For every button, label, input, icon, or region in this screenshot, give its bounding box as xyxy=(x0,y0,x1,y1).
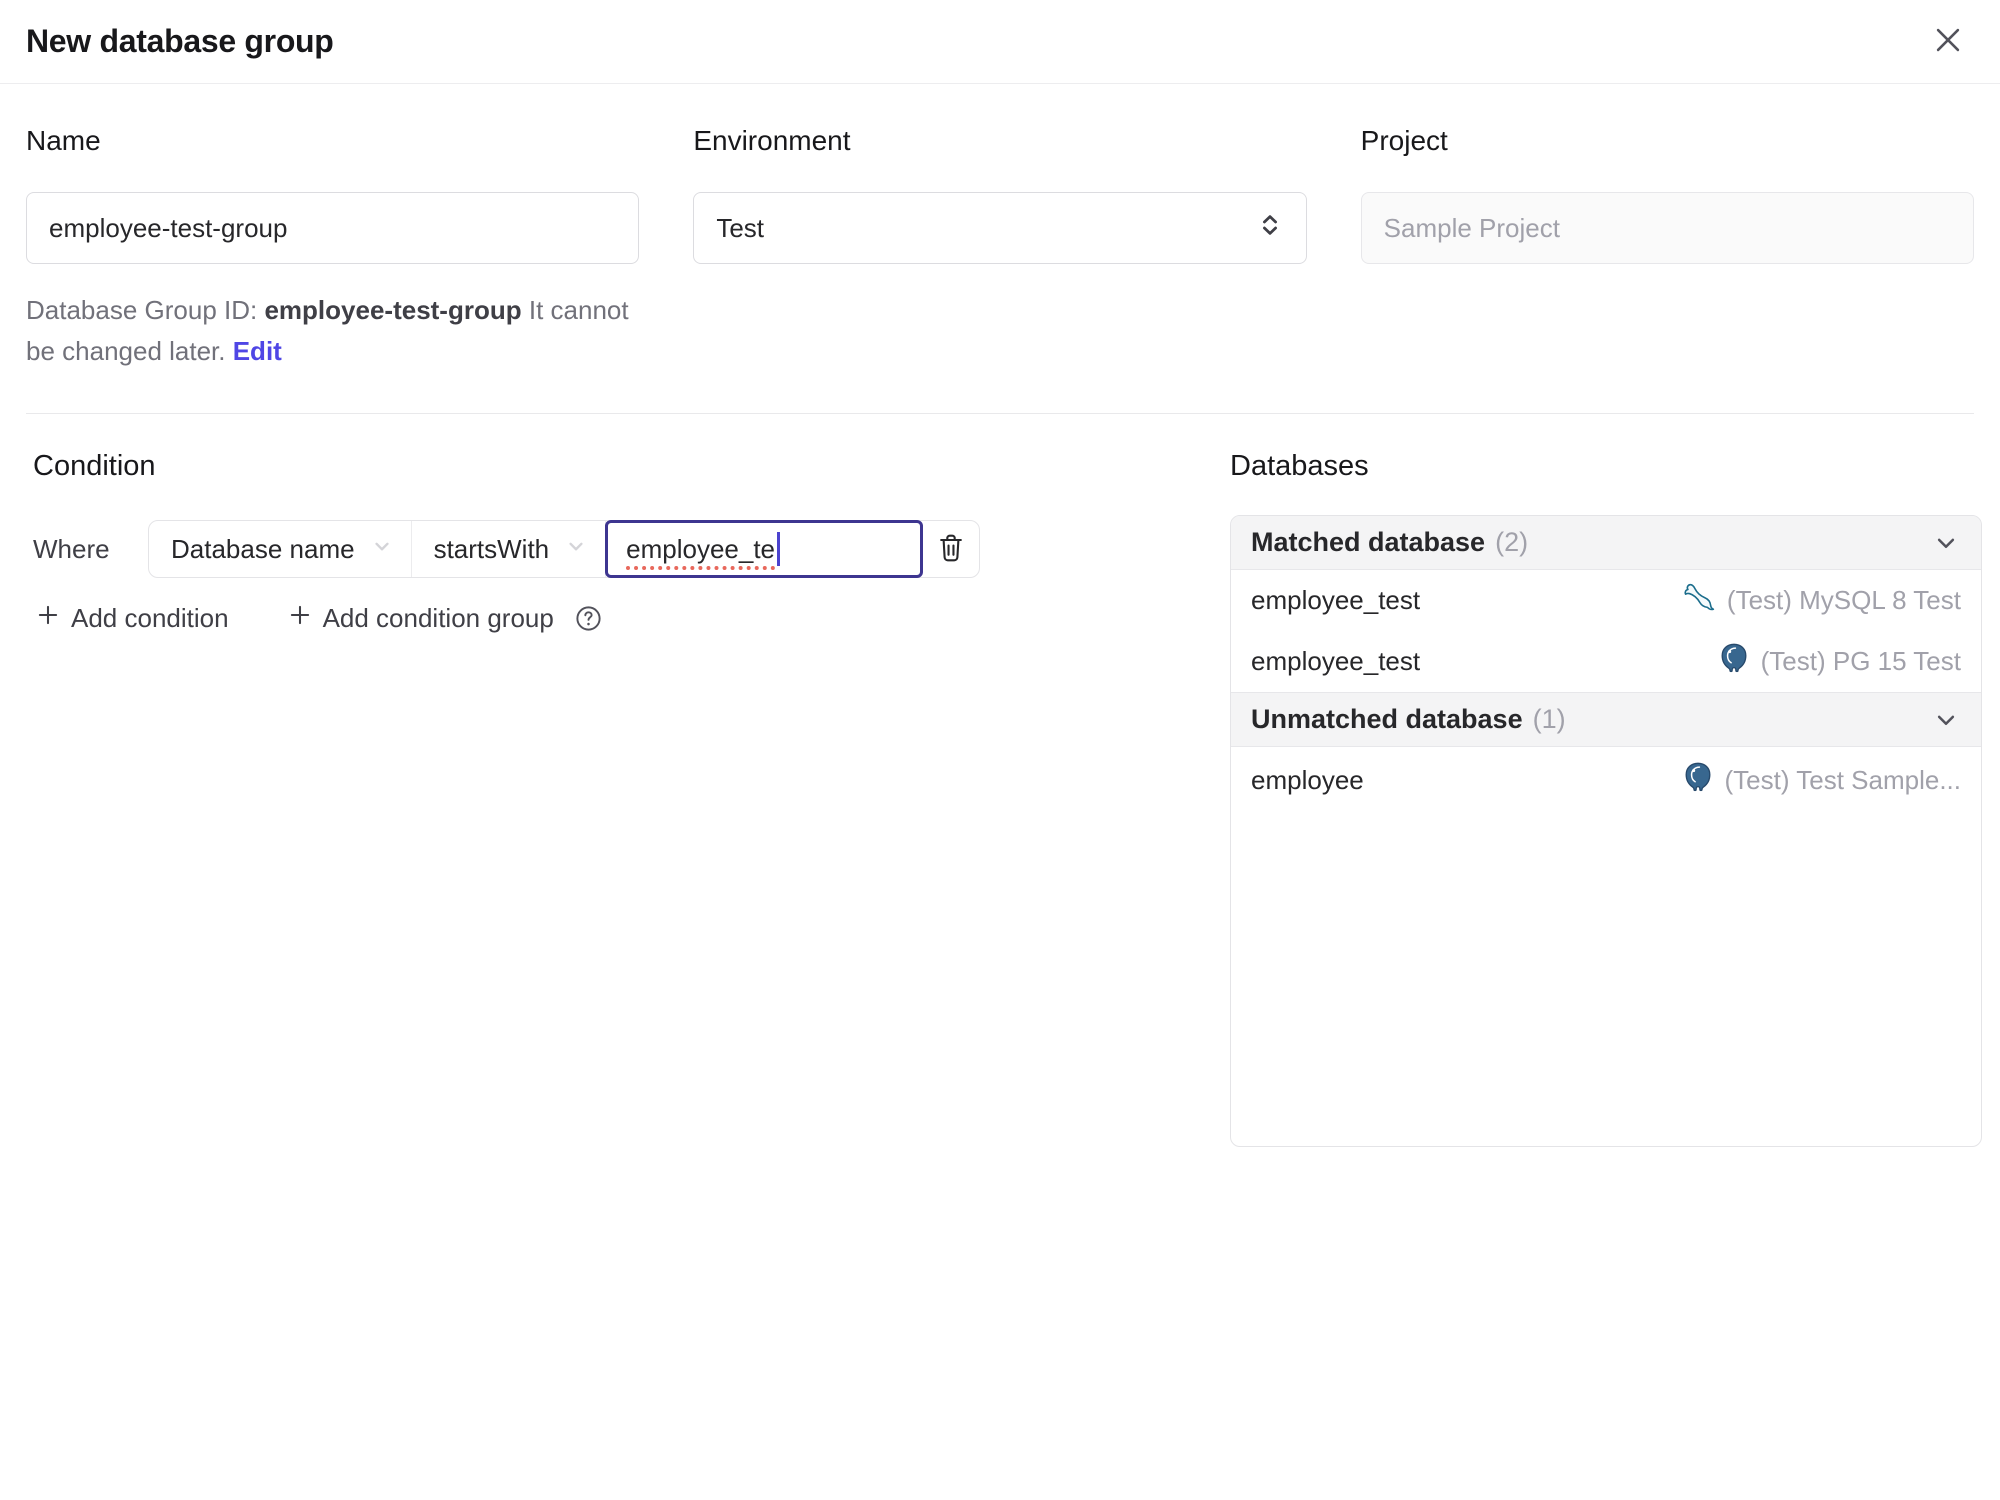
hint-prefix: Database Group ID: xyxy=(26,295,265,325)
chevron-down-icon xyxy=(1931,705,1961,735)
text-cursor xyxy=(777,532,781,566)
database-group-id-value: employee-test-group xyxy=(264,295,522,325)
name-input[interactable] xyxy=(26,192,640,264)
add-condition-group-label: Add condition group xyxy=(322,603,554,633)
unmatched-database-title: Unmatched database xyxy=(1251,704,1523,734)
matched-database-header[interactable]: Matched database (2) xyxy=(1231,516,1981,570)
database-group-id-hint: Database Group ID: employee-test-group I… xyxy=(26,290,646,372)
database-row: employee (Test) Test Sample... xyxy=(1231,747,1981,813)
instance-info: (Test) MySQL 8 Test xyxy=(1681,580,1961,621)
condition-value-text: employee_te xyxy=(626,533,776,564)
instance-info: (Test) Test Sample... xyxy=(1681,760,1962,801)
environment-field-wrapper: Environment Test xyxy=(693,124,1307,264)
close-button[interactable] xyxy=(1926,20,1970,64)
environment-select[interactable]: Test xyxy=(693,192,1307,264)
database-name: employee_test xyxy=(1251,646,1421,676)
add-condition-button[interactable]: Add condition xyxy=(35,602,229,635)
databases-heading: Databases xyxy=(1230,450,1369,482)
condition-factor-select[interactable]: Database name xyxy=(149,521,412,577)
database-name: employee_test xyxy=(1251,585,1421,615)
instance-info: (Test) PG 15 Test xyxy=(1717,641,1961,682)
matched-database-count: (2) xyxy=(1495,527,1529,557)
unmatched-database-header[interactable]: Unmatched database (1) xyxy=(1231,692,1981,747)
condition-value-input[interactable]: employee_te xyxy=(605,520,924,578)
project-field-wrapper: Project xyxy=(1360,124,1974,264)
dialog-title: New database group xyxy=(26,23,334,59)
database-name: employee xyxy=(1251,764,1364,795)
where-label: Where xyxy=(33,533,110,564)
delete-condition-button[interactable] xyxy=(923,521,979,577)
environment-label: Environment xyxy=(693,125,851,156)
chevron-down-icon xyxy=(369,533,395,566)
name-field-wrapper: Name xyxy=(26,124,640,264)
dialog-header: New database group xyxy=(0,0,2000,84)
edit-id-link[interactable]: Edit xyxy=(233,336,282,366)
chevron-down-icon xyxy=(1931,528,1961,558)
instance-label: (Test) MySQL 8 Test xyxy=(1726,585,1961,615)
condition-operator-select[interactable]: startsWith xyxy=(412,521,607,577)
section-divider xyxy=(26,413,1974,414)
chevron-up-down-icon xyxy=(1256,211,1284,246)
condition-actions: Add condition Add condition group xyxy=(35,602,603,635)
close-icon xyxy=(1931,23,1965,60)
matched-database-title: Matched database xyxy=(1251,527,1486,557)
project-label: Project xyxy=(1360,125,1448,156)
condition-heading: Condition xyxy=(33,450,156,482)
postgres-icon xyxy=(1681,760,1715,801)
unmatched-database-count: (1) xyxy=(1532,704,1566,734)
chevron-down-icon xyxy=(563,533,589,566)
new-database-group-dialog: New database group Name Environment Test xyxy=(0,0,2000,1500)
project-input xyxy=(1360,192,1974,264)
help-icon[interactable] xyxy=(574,604,603,633)
database-row: employee_test (Test) MySQL 8 Test xyxy=(1231,570,1981,631)
condition-operator-value: startsWith xyxy=(433,533,550,564)
database-row: employee_test (Test) PG 15 Test xyxy=(1231,631,1981,692)
group-form: Name Environment Test Project xyxy=(26,124,1974,264)
instance-label: (Test) PG 15 Test xyxy=(1760,646,1961,676)
trash-icon xyxy=(936,532,966,567)
add-condition-group-button[interactable]: Add condition group xyxy=(287,602,554,635)
mysql-icon xyxy=(1681,580,1717,621)
environment-value: Test xyxy=(716,212,765,243)
databases-panel: Matched database (2) employee_test (Test… xyxy=(1230,515,1982,1147)
condition-expression-group: Database name startsWith employee_te xyxy=(148,520,981,578)
plus-icon xyxy=(287,602,313,635)
postgres-icon xyxy=(1717,641,1751,682)
name-label: Name xyxy=(26,125,101,156)
plus-icon xyxy=(35,602,61,635)
condition-row: Where Database name startsWith employee_… xyxy=(33,520,981,578)
condition-factor-value: Database name xyxy=(171,533,355,564)
add-condition-label: Add condition xyxy=(71,603,229,633)
instance-label: (Test) Test Sample... xyxy=(1724,764,1962,795)
